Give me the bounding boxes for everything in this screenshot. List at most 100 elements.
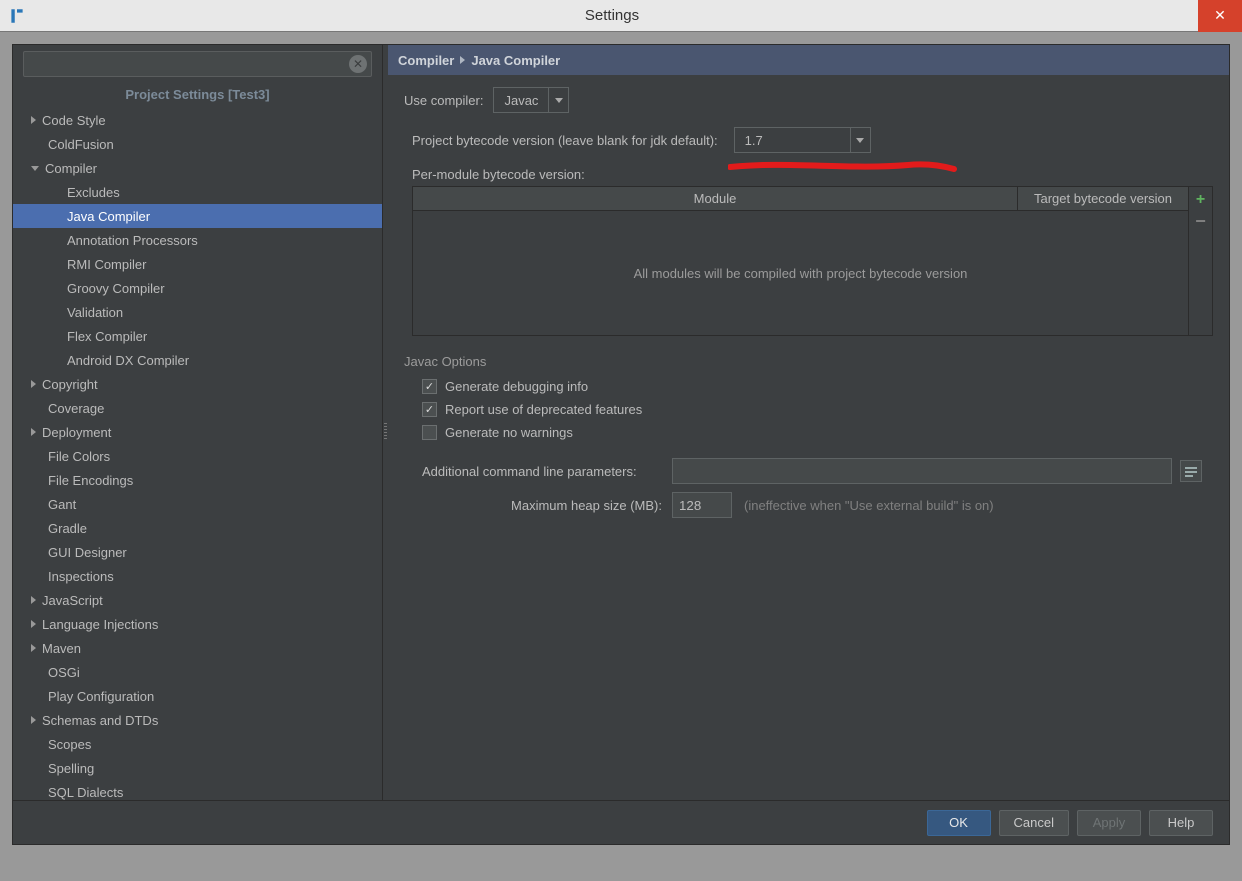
- tree-item[interactable]: File Encodings: [13, 468, 382, 492]
- window-title: Settings: [26, 7, 1198, 24]
- settings-tree[interactable]: Code Style ColdFusion Compiler Excludes Java…: [13, 108, 382, 800]
- close-button[interactable]: ✕: [1198, 0, 1242, 32]
- generate-debug-checkbox[interactable]: [422, 379, 437, 394]
- project-bytecode-combo[interactable]: 1.7: [734, 127, 871, 153]
- tree-item[interactable]: Language Injections: [13, 612, 382, 636]
- tree-item[interactable]: GUI Designer: [13, 540, 382, 564]
- expand-right-icon[interactable]: [31, 380, 36, 388]
- tree-item-label: Java Compiler: [67, 209, 150, 224]
- use-compiler-combo[interactable]: Javac: [493, 87, 569, 113]
- help-button[interactable]: Help: [1149, 810, 1213, 836]
- dropdown-icon[interactable]: [548, 88, 568, 112]
- search-input[interactable]: ✕: [23, 51, 372, 77]
- tree-item-label: Flex Compiler: [67, 329, 147, 344]
- tree-item-label: Gant: [48, 497, 76, 512]
- tree-item-label: Android DX Compiler: [67, 353, 189, 368]
- tree-item-label: Code Style: [42, 113, 106, 128]
- tree-item[interactable]: Annotation Processors: [13, 228, 382, 252]
- tree-item[interactable]: Coverage: [13, 396, 382, 420]
- tree-item[interactable]: Excludes: [13, 180, 382, 204]
- tree-item[interactable]: Code Style: [13, 108, 382, 132]
- tree-item-label: File Colors: [48, 449, 110, 464]
- tree-item-label: Deployment: [42, 425, 111, 440]
- generate-no-warnings-label: Generate no warnings: [445, 425, 573, 440]
- tree-item[interactable]: OSGi: [13, 660, 382, 684]
- dialog-content: ✕ Project Settings [Test3] Code Style Col…: [13, 45, 1229, 800]
- tree-item-label: Validation: [67, 305, 123, 320]
- report-deprecated-label: Report use of deprecated features: [445, 402, 642, 417]
- tree-item-label: Maven: [42, 641, 81, 656]
- report-deprecated-checkbox[interactable]: [422, 402, 437, 417]
- cancel-button[interactable]: Cancel: [999, 810, 1069, 836]
- tree-item[interactable]: Maven: [13, 636, 382, 660]
- tree-item[interactable]: File Colors: [13, 444, 382, 468]
- use-compiler-label: Use compiler:: [404, 93, 483, 108]
- expand-right-icon[interactable]: [31, 644, 36, 652]
- generate-no-warnings-checkbox[interactable]: [422, 425, 437, 440]
- dialog-buttons: OK Cancel Apply Help: [13, 800, 1229, 844]
- add-row-button[interactable]: +: [1196, 191, 1205, 209]
- expand-right-icon[interactable]: [31, 596, 36, 604]
- tree-item[interactable]: Validation: [13, 300, 382, 324]
- generate-debug-label: Generate debugging info: [445, 379, 588, 394]
- expand-right-icon[interactable]: [31, 116, 36, 124]
- tree-item[interactable]: Groovy Compiler: [13, 276, 382, 300]
- tree-item-label: Play Configuration: [48, 689, 154, 704]
- tree-item-label: Annotation Processors: [67, 233, 198, 248]
- tree-item[interactable]: Deployment: [13, 420, 382, 444]
- breadcrumb-leaf: Java Compiler: [471, 53, 560, 68]
- tree-item[interactable]: Spelling: [13, 756, 382, 780]
- expand-down-icon[interactable]: [31, 166, 39, 171]
- tree-item[interactable]: Scopes: [13, 732, 382, 756]
- settings-form: Use compiler: Javac Project bytecode ver…: [388, 75, 1229, 800]
- expand-right-icon[interactable]: [31, 620, 36, 628]
- sidebar-heading: Project Settings [Test3]: [13, 81, 382, 108]
- tree-item[interactable]: RMI Compiler: [13, 252, 382, 276]
- expand-right-icon[interactable]: [31, 428, 36, 436]
- addl-params-input[interactable]: [672, 458, 1172, 484]
- col-target[interactable]: Target bytecode version: [1018, 187, 1188, 210]
- settings-sidebar: ✕ Project Settings [Test3] Code Style Col…: [13, 45, 383, 800]
- tree-item[interactable]: Java Compiler: [13, 204, 382, 228]
- tree-item[interactable]: Gradle: [13, 516, 382, 540]
- heap-label: Maximum heap size (MB):: [422, 498, 672, 513]
- heap-note: (ineffective when "Use external build" i…: [744, 498, 994, 513]
- tree-item[interactable]: ColdFusion: [13, 132, 382, 156]
- tree-item[interactable]: Android DX Compiler: [13, 348, 382, 372]
- tree-item-label: JavaScript: [42, 593, 103, 608]
- per-module-label: Per-module bytecode version:: [412, 167, 585, 182]
- tree-item-label: Language Injections: [42, 617, 158, 632]
- clear-search-icon[interactable]: ✕: [349, 55, 367, 73]
- app-logo-icon: [8, 7, 26, 25]
- tree-item[interactable]: Inspections: [13, 564, 382, 588]
- tree-item-label: OSGi: [48, 665, 80, 680]
- expand-right-icon[interactable]: [31, 716, 36, 724]
- tree-item-label: ColdFusion: [48, 137, 114, 152]
- tree-item-label: Coverage: [48, 401, 104, 416]
- tree-item[interactable]: Compiler: [13, 156, 382, 180]
- tree-item[interactable]: Play Configuration: [13, 684, 382, 708]
- tree-item-label: Scopes: [48, 737, 91, 752]
- tree-item[interactable]: JavaScript: [13, 588, 382, 612]
- breadcrumb-root[interactable]: Compiler: [398, 53, 454, 68]
- col-module[interactable]: Module: [413, 187, 1018, 210]
- ok-button[interactable]: OK: [927, 810, 991, 836]
- tree-item-label: Gradle: [48, 521, 87, 536]
- apply-button: Apply: [1077, 810, 1141, 836]
- addl-params-label: Additional command line parameters:: [422, 464, 672, 479]
- module-bytecode-table: Module Target bytecode version All modul…: [412, 186, 1213, 336]
- tree-item-label: Schemas and DTDs: [42, 713, 158, 728]
- breadcrumb: Compiler Java Compiler: [388, 45, 1229, 75]
- heap-input[interactable]: [672, 492, 732, 518]
- javac-options-title: Javac Options: [404, 354, 1213, 369]
- tree-item-label: Compiler: [45, 161, 97, 176]
- dropdown-icon[interactable]: [850, 128, 870, 152]
- tree-item[interactable]: Copyright: [13, 372, 382, 396]
- tree-item[interactable]: Flex Compiler: [13, 324, 382, 348]
- tree-item-label: Excludes: [67, 185, 120, 200]
- tree-item[interactable]: Gant: [13, 492, 382, 516]
- project-bytecode-value: 1.7: [735, 133, 850, 148]
- tree-item[interactable]: SQL Dialects: [13, 780, 382, 800]
- expand-params-button[interactable]: [1180, 460, 1202, 482]
- tree-item[interactable]: Schemas and DTDs: [13, 708, 382, 732]
